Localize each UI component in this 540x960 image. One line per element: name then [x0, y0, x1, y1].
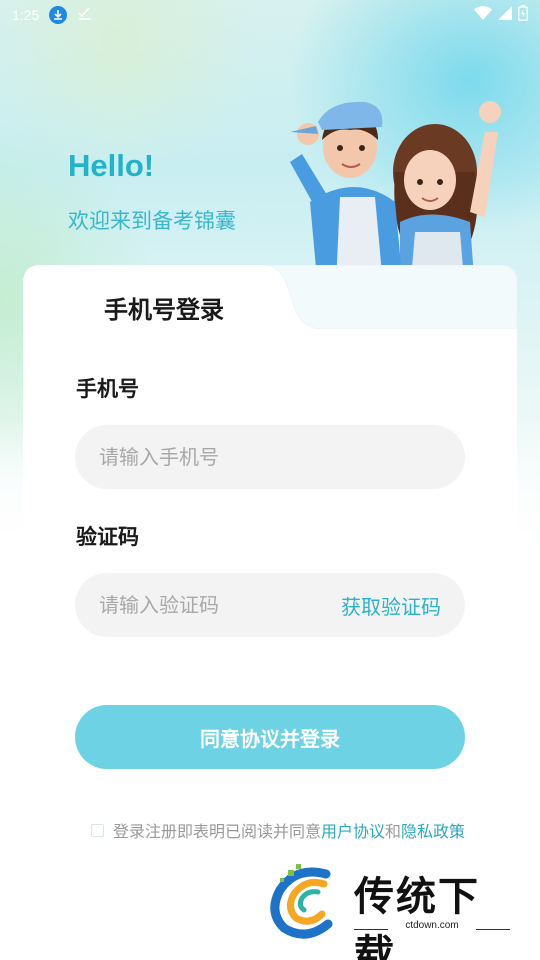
agree-and-login-button[interactable]: 同意协议并登录: [75, 705, 465, 769]
watermark-brand: 传统下载: [354, 874, 480, 960]
agreement-and: 和: [385, 822, 402, 841]
download-icon: [49, 6, 68, 24]
agreement-text: 登录注册即表明已阅读并同意: [113, 822, 322, 841]
status-bar: 1:25: [0, 0, 540, 30]
code-label: 验证码: [76, 525, 139, 549]
tab-phone-login[interactable]: 手机号登录: [104, 290, 224, 325]
wifi-icon: [474, 6, 492, 24]
status-time: 1:25: [12, 7, 40, 23]
get-code-button[interactable]: 获取验证码: [341, 591, 441, 620]
signal-icon: [498, 6, 512, 24]
welcome-subtitle: 欢迎来到备考锦囊: [68, 209, 236, 233]
privacy-policy-link[interactable]: 隐私政策: [401, 818, 465, 842]
phone-label: 手机号: [76, 377, 139, 401]
watermark: 传统下载 ctdown.com: [266, 862, 516, 960]
battery-icon: [518, 5, 528, 25]
watermark-logo-icon: [270, 864, 333, 939]
login-tab-strip: [23, 265, 517, 329]
watermark-line-right: [476, 929, 510, 930]
check-done-icon: [77, 5, 93, 25]
login-card: [23, 265, 517, 865]
user-agreement-link[interactable]: 用户协议: [321, 818, 385, 842]
agree-checkbox[interactable]: [91, 823, 104, 837]
code-input[interactable]: [99, 593, 341, 617]
phone-field-container: [75, 425, 465, 489]
greeting-title: Hello!: [68, 148, 155, 183]
agreement-row: 登录注册即表明已阅读并同意 用户协议 和 隐私政策: [91, 818, 511, 842]
code-field-container: 获取验证码: [75, 573, 465, 637]
phone-input[interactable]: [99, 445, 441, 469]
